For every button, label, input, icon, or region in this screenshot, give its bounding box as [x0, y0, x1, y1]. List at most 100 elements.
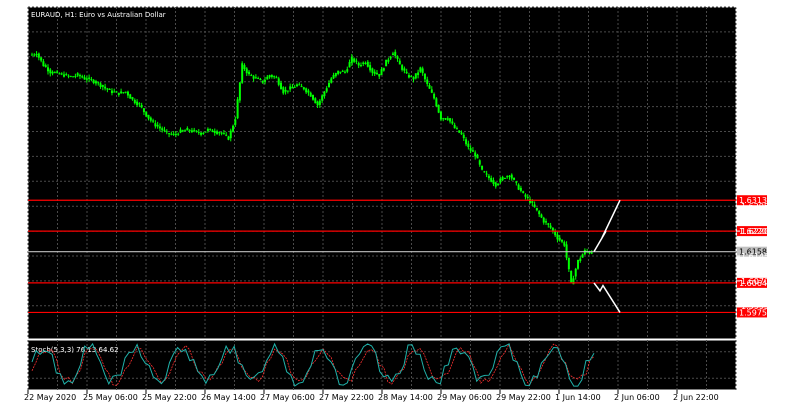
candle-body — [378, 73, 381, 77]
candle-body — [142, 108, 145, 113]
candle-body — [234, 119, 237, 125]
candle-body — [241, 63, 244, 83]
candle-body — [476, 154, 479, 159]
candle-body — [44, 65, 47, 68]
candle-body — [414, 73, 417, 79]
candle-body — [97, 82, 100, 84]
candle-body — [163, 129, 166, 131]
candle-body — [522, 191, 525, 193]
candle-body — [426, 79, 429, 85]
candle-body — [51, 71, 54, 74]
candle-body — [31, 54, 33, 56]
candle-body — [270, 75, 273, 77]
candle-body — [419, 67, 422, 72]
candle-body — [108, 88, 111, 90]
candle-body — [104, 86, 107, 89]
y-tick-label: 1.6370 — [741, 177, 769, 186]
candle-body — [222, 133, 225, 135]
candle-body — [179, 129, 182, 133]
x-tick-label: 25 May 06:00 — [83, 393, 138, 402]
x-tick-label: 27 May 22:00 — [319, 393, 374, 402]
candle-body — [309, 92, 312, 97]
candle-body — [156, 124, 159, 127]
candle-body — [266, 76, 269, 80]
candle-body — [145, 111, 148, 117]
x-tick-label: 28 May 14:00 — [378, 393, 433, 402]
candle-body — [467, 143, 470, 148]
candle-body — [245, 68, 248, 74]
candle-body — [282, 87, 285, 94]
candle-body — [259, 79, 262, 81]
candle-body — [49, 69, 52, 74]
candle-body — [268, 75, 271, 78]
candle-body — [62, 74, 65, 77]
candle-body — [453, 124, 456, 129]
candle-body — [380, 69, 383, 76]
candle-body — [394, 51, 397, 56]
candle-body — [339, 71, 342, 73]
candle-body — [149, 117, 152, 121]
candle-body — [115, 91, 118, 93]
candle-body — [517, 184, 520, 190]
candle-body — [391, 53, 394, 56]
candle-body — [161, 128, 164, 131]
candle-body — [261, 80, 264, 83]
candle-body — [435, 98, 438, 107]
candle-body — [42, 61, 45, 67]
candle-body — [549, 225, 552, 228]
candle-body — [67, 75, 70, 77]
y-tick-label: 1.6745 — [741, 53, 769, 62]
candle-body — [101, 85, 104, 87]
candle-body — [433, 93, 436, 99]
candle-body — [355, 60, 358, 62]
y-tick-label: 1.6445 — [741, 152, 769, 161]
candle-body — [382, 68, 385, 71]
candle-body — [305, 88, 308, 93]
y-tick-label: 1.6220 — [741, 227, 769, 236]
candle-body — [465, 139, 468, 145]
candle-body — [293, 86, 296, 88]
candle-body — [184, 130, 187, 132]
candle-body — [220, 132, 223, 134]
candle-body — [83, 77, 86, 80]
x-tick-label: 26 May 14:00 — [201, 393, 256, 402]
y-tick-label: 1.6670 — [741, 78, 769, 87]
candle-body — [460, 132, 463, 135]
chart-canvas[interactable]: EURAUD, H1: Euro vs Australian Dollar 1.… — [0, 0, 785, 410]
candle-body — [154, 123, 157, 127]
candle-body — [53, 72, 56, 74]
candle-body — [56, 71, 59, 73]
x-tick-label: 2 Jun 06:00 — [614, 393, 660, 402]
candle-body — [581, 254, 584, 258]
candle-body — [202, 133, 205, 135]
candle-body — [407, 75, 410, 78]
candle-body — [316, 101, 319, 106]
candle-body — [428, 85, 431, 89]
candle-body — [538, 211, 541, 215]
candle-body — [327, 82, 330, 88]
candle-body — [533, 204, 536, 208]
candle-body — [117, 92, 120, 95]
candle-body — [312, 94, 314, 100]
candle-body — [401, 65, 404, 70]
candle-body — [74, 75, 77, 77]
candle-body — [387, 59, 390, 62]
candle-body — [524, 194, 527, 197]
candle-body — [412, 77, 415, 80]
y-tick-label: 1.6895 — [741, 3, 769, 12]
candle-body — [423, 73, 426, 80]
candle-body — [551, 227, 554, 231]
candle-body — [296, 84, 299, 87]
candle-body — [138, 103, 141, 105]
candle-body — [506, 176, 509, 178]
candle-body — [65, 74, 68, 76]
chart-title: EURAUD, H1: Euro vs Australian Dollar — [31, 11, 166, 19]
candle-body — [85, 78, 88, 80]
candle-body — [99, 83, 102, 87]
candle-body — [298, 84, 301, 86]
candle-body — [35, 54, 38, 56]
candle-body — [565, 244, 568, 258]
candle-body — [275, 77, 278, 79]
candle-body — [556, 234, 559, 240]
candle-body — [325, 88, 328, 92]
